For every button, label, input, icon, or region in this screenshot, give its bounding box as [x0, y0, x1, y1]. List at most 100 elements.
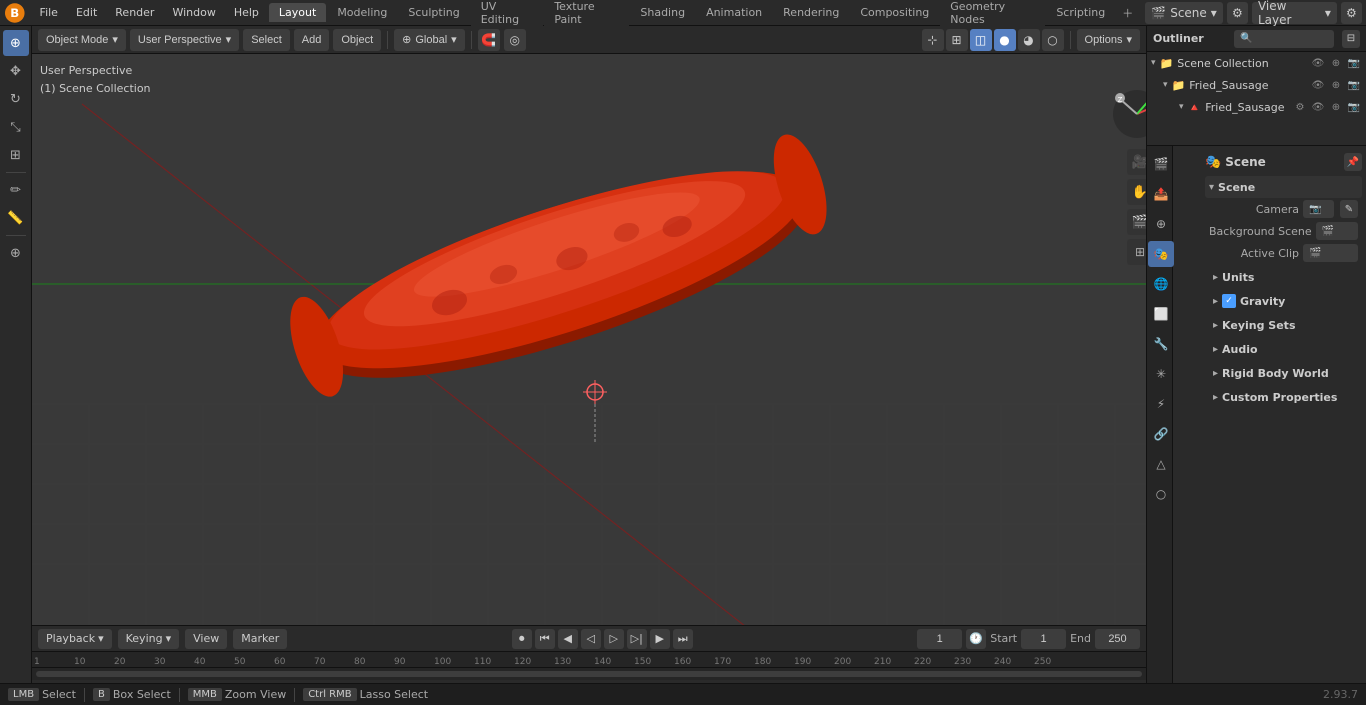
world-tab[interactable]: 🌐: [1148, 271, 1174, 297]
workspace-tab-scripting[interactable]: Scripting: [1046, 3, 1115, 22]
tool-cursor[interactable]: ⊕: [3, 30, 29, 56]
physics-tab[interactable]: ⚡: [1148, 391, 1174, 417]
constraints-tab[interactable]: 🔗: [1148, 421, 1174, 447]
workspace-add-button[interactable]: ＋: [1116, 3, 1139, 23]
jump-end-button[interactable]: ⏭: [673, 629, 693, 649]
marker-menu-button[interactable]: Marker: [233, 629, 287, 649]
workspace-tab-rendering[interactable]: Rendering: [773, 3, 849, 22]
outliner-item-scene-collection[interactable]: ▾ 📁 Scene Collection 👁 ⊕ 📷: [1147, 52, 1366, 74]
active-clip-field[interactable]: 🎬: [1303, 244, 1358, 262]
viewport-gizmos-button[interactable]: ⊹: [922, 29, 944, 51]
audio-header[interactable]: ▸ Audio: [1205, 338, 1362, 360]
menu-render[interactable]: Render: [107, 4, 162, 21]
restrict-select-icon-2[interactable]: ⊕: [1328, 77, 1344, 93]
step-back-button[interactable]: ◁: [581, 629, 601, 649]
material-preview-button[interactable]: ◕: [1018, 29, 1040, 51]
workspace-tab-compositing[interactable]: Compositing: [850, 3, 939, 22]
tool-scale[interactable]: ⤡: [3, 114, 29, 140]
viewport-overlays-button[interactable]: ⊞: [946, 29, 968, 51]
playback-menu-button[interactable]: Playback ▾: [38, 629, 112, 649]
keying-sets-header[interactable]: ▸ Keying Sets: [1205, 314, 1362, 336]
xray-button[interactable]: ◫: [970, 29, 992, 51]
units-header[interactable]: ▸ Units: [1205, 266, 1362, 288]
render-preview-button[interactable]: ○: [1042, 29, 1064, 51]
workspace-tab-animation[interactable]: Animation: [696, 3, 772, 22]
output-tab[interactable]: 📤: [1148, 181, 1174, 207]
end-frame-input[interactable]: [1095, 629, 1140, 649]
object-mode-button[interactable]: Object Mode ▾: [38, 29, 126, 51]
object-button[interactable]: Object: [333, 29, 381, 51]
step-forward-button[interactable]: ▷|: [627, 629, 647, 649]
outliner-item-fried-sausage-collection[interactable]: ▾ 📁 Fried_Sausage 👁 ⊕ 📷: [1147, 74, 1366, 96]
record-button[interactable]: ⏺: [512, 629, 532, 649]
restrict-render-icon-2[interactable]: 📷: [1346, 77, 1362, 93]
restrict-select-icon-3[interactable]: ⊕: [1328, 99, 1344, 115]
viewlayer-settings-icon[interactable]: ⚙: [1341, 2, 1362, 24]
workspace-tab-shading[interactable]: Shading: [630, 3, 695, 22]
outliner-item-fried-sausage-mesh[interactable]: ▾ 🔺 Fried_Sausage ⚙ 👁 ⊕ 📷: [1147, 96, 1366, 118]
object-tab[interactable]: ⬜: [1148, 301, 1174, 327]
gravity-checkbox[interactable]: ✓: [1222, 294, 1236, 308]
restrict-render-icon-3[interactable]: 📷: [1346, 99, 1362, 115]
restrict-view-icon[interactable]: 👁: [1310, 55, 1326, 71]
tool-annotate[interactable]: ✏: [3, 177, 29, 203]
tool-rotate[interactable]: ↻: [3, 86, 29, 112]
restrict-view-icon-2[interactable]: 👁: [1310, 77, 1326, 93]
workspace-tab-texture[interactable]: Texture Paint: [544, 0, 629, 29]
select-button[interactable]: Select: [243, 29, 290, 51]
prev-keyframe-button[interactable]: ◀: [558, 629, 578, 649]
bg-scene-field[interactable]: 🎬: [1316, 222, 1358, 240]
outliner-search[interactable]: 🔍: [1234, 30, 1334, 48]
frame-clock-icon[interactable]: 🕐: [966, 629, 986, 649]
viewport-3d[interactable]: X Y Z 🎥 ✋: [32, 54, 1146, 625]
tool-add[interactable]: ⊕: [3, 240, 29, 266]
view-layer-tab[interactable]: ⊕: [1148, 211, 1174, 237]
jump-start-button[interactable]: ⏮: [535, 629, 555, 649]
rigid-body-header[interactable]: ▸ Rigid Body World: [1205, 362, 1362, 384]
restrict-view-icon-3[interactable]: 👁: [1310, 99, 1326, 115]
properties-pin-icon[interactable]: 📌: [1344, 153, 1362, 171]
camera-edit-button[interactable]: ✎: [1340, 200, 1358, 218]
next-keyframe-button[interactable]: ▶: [650, 629, 670, 649]
proportional-edit-button[interactable]: ◎: [504, 29, 526, 51]
current-frame-input[interactable]: [917, 629, 962, 649]
keying-menu-button[interactable]: Keying ▾: [118, 629, 179, 649]
tool-move[interactable]: ✥: [3, 58, 29, 84]
workspace-tab-uv[interactable]: UV Editing: [471, 0, 544, 29]
menu-help[interactable]: Help: [226, 4, 267, 21]
timeline-ruler[interactable]: 1 10 20 30 40 50 60 70 80 90 100 110 120…: [32, 652, 1146, 668]
modifier-tab[interactable]: 🔧: [1148, 331, 1174, 357]
snap-button[interactable]: 🧲: [478, 29, 500, 51]
scene-settings-icon[interactable]: ⚙: [1227, 2, 1248, 24]
view-layer-selector[interactable]: View Layer ▾: [1252, 2, 1337, 24]
scene-selector[interactable]: 🎬 Scene ▾: [1145, 2, 1223, 24]
scene-section-header[interactable]: ▾ Scene: [1205, 176, 1362, 198]
menu-edit[interactable]: Edit: [68, 4, 105, 21]
tool-measure[interactable]: 📏: [3, 205, 29, 231]
mesh-settings-icon[interactable]: ⚙: [1292, 99, 1308, 115]
add-button[interactable]: Add: [294, 29, 330, 51]
menu-window[interactable]: Window: [164, 4, 223, 21]
material-tab[interactable]: ○: [1148, 481, 1174, 507]
outliner-filter-icon[interactable]: ⊟: [1342, 30, 1360, 48]
restrict-render-icon[interactable]: 📷: [1346, 55, 1362, 71]
particles-tab[interactable]: ✳: [1148, 361, 1174, 387]
object-data-tab[interactable]: △: [1148, 451, 1174, 477]
solid-shading-button[interactable]: ●: [994, 29, 1016, 51]
view-button[interactable]: User Perspective ▾: [130, 29, 239, 51]
play-button[interactable]: ▷: [604, 629, 624, 649]
workspace-tab-modeling[interactable]: Modeling: [327, 3, 397, 22]
tool-transform[interactable]: ⊞: [3, 142, 29, 168]
view-menu-button[interactable]: View: [185, 629, 227, 649]
custom-props-header[interactable]: ▸ Custom Properties: [1205, 386, 1362, 408]
options-button[interactable]: Options ▾: [1077, 29, 1140, 51]
gravity-header[interactable]: ▸ ✓ Gravity: [1205, 290, 1362, 312]
workspace-tab-sculpting[interactable]: Sculpting: [398, 3, 469, 22]
workspace-tab-geometry[interactable]: Geometry Nodes: [940, 0, 1045, 29]
scene-tab[interactable]: 🎭: [1148, 241, 1174, 267]
workspace-tab-layout[interactable]: Layout: [269, 3, 326, 22]
menu-file[interactable]: File: [32, 4, 66, 21]
restrict-select-icon[interactable]: ⊕: [1328, 55, 1344, 71]
render-tab[interactable]: 🎬: [1148, 151, 1174, 177]
transform-global-button[interactable]: ⊕ Global ▾: [394, 29, 465, 51]
